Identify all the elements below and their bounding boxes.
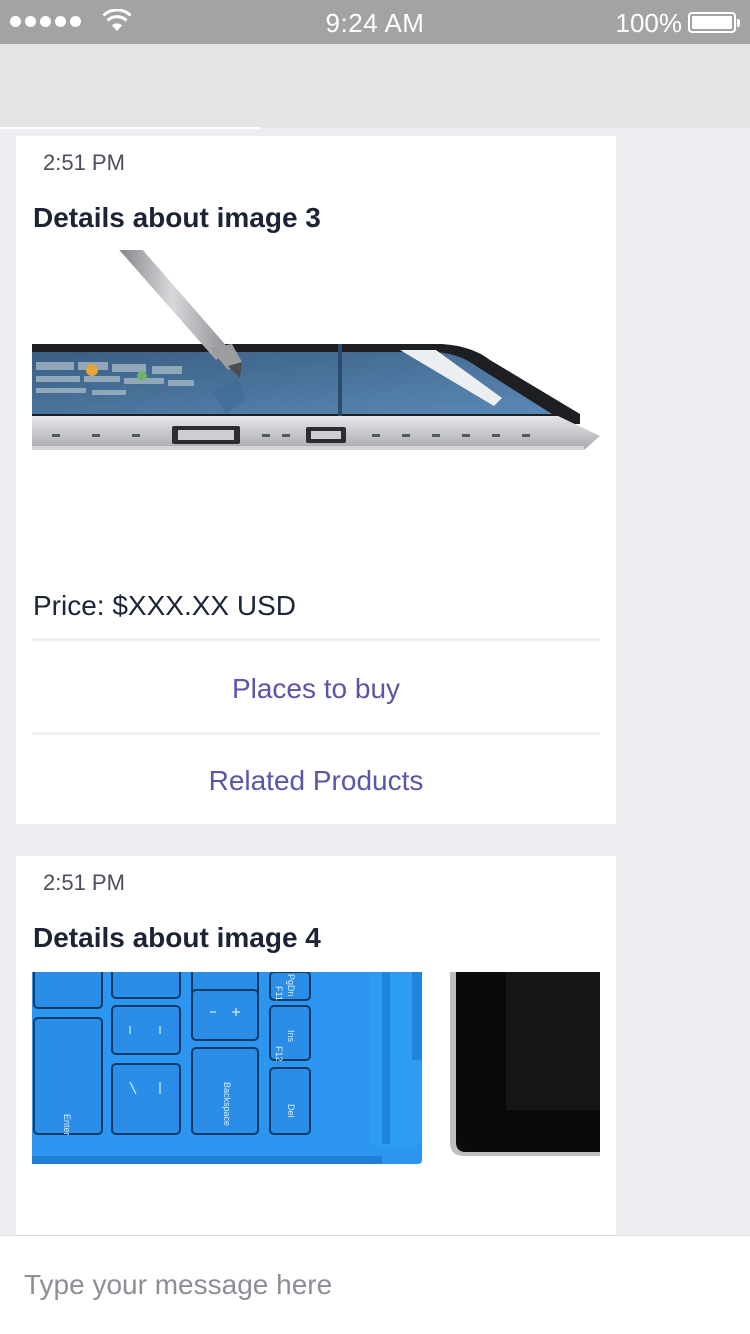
message-card: 2:51 PM Details about image 3 Price: $XX…: [16, 136, 616, 824]
message-composer: [0, 1235, 750, 1334]
status-bar: 9:24 AM 100%: [0, 0, 750, 44]
battery-percentage: 100%: [615, 8, 683, 38]
message-timestamp: 2:51 PM: [43, 150, 125, 175]
battery-icon: [688, 12, 740, 33]
key-ins: Ins: [286, 1030, 296, 1043]
message-input[interactable]: [24, 1260, 724, 1310]
product-image[interactable]: [32, 250, 600, 462]
message-card: 2:51 PM Details about image 4 Enter Back…: [16, 856, 616, 1246]
product-image[interactable]: Enter Backspace Del Ins F12 PgDn F11: [32, 972, 600, 1164]
message-timestamp: 2:51 PM: [43, 870, 125, 895]
navigation-bar: [0, 44, 750, 128]
card-title: Details about image 4: [33, 922, 321, 953]
key-pgdn: PgDn: [286, 974, 296, 997]
key-f12: F12: [274, 1046, 284, 1062]
divider: [32, 732, 600, 735]
card-title: Details about image 3: [33, 202, 321, 233]
blue-keyboard-cover-icon: Enter Backspace Del Ins F12 PgDn F11: [32, 972, 600, 1164]
places-to-buy-button[interactable]: Places to buy: [32, 646, 600, 732]
key-f11: F11: [274, 986, 284, 1001]
nav-divider: [0, 127, 260, 129]
divider: [32, 638, 600, 641]
key-backspace: Backspace: [222, 1082, 232, 1126]
price-text: Price: $XXX.XX USD: [33, 590, 296, 621]
related-products-button[interactable]: Related Products: [32, 738, 600, 824]
key-del: Del: [286, 1104, 296, 1118]
tablet-with-pen-icon: [32, 250, 600, 450]
key-enter: Enter: [62, 1114, 72, 1136]
